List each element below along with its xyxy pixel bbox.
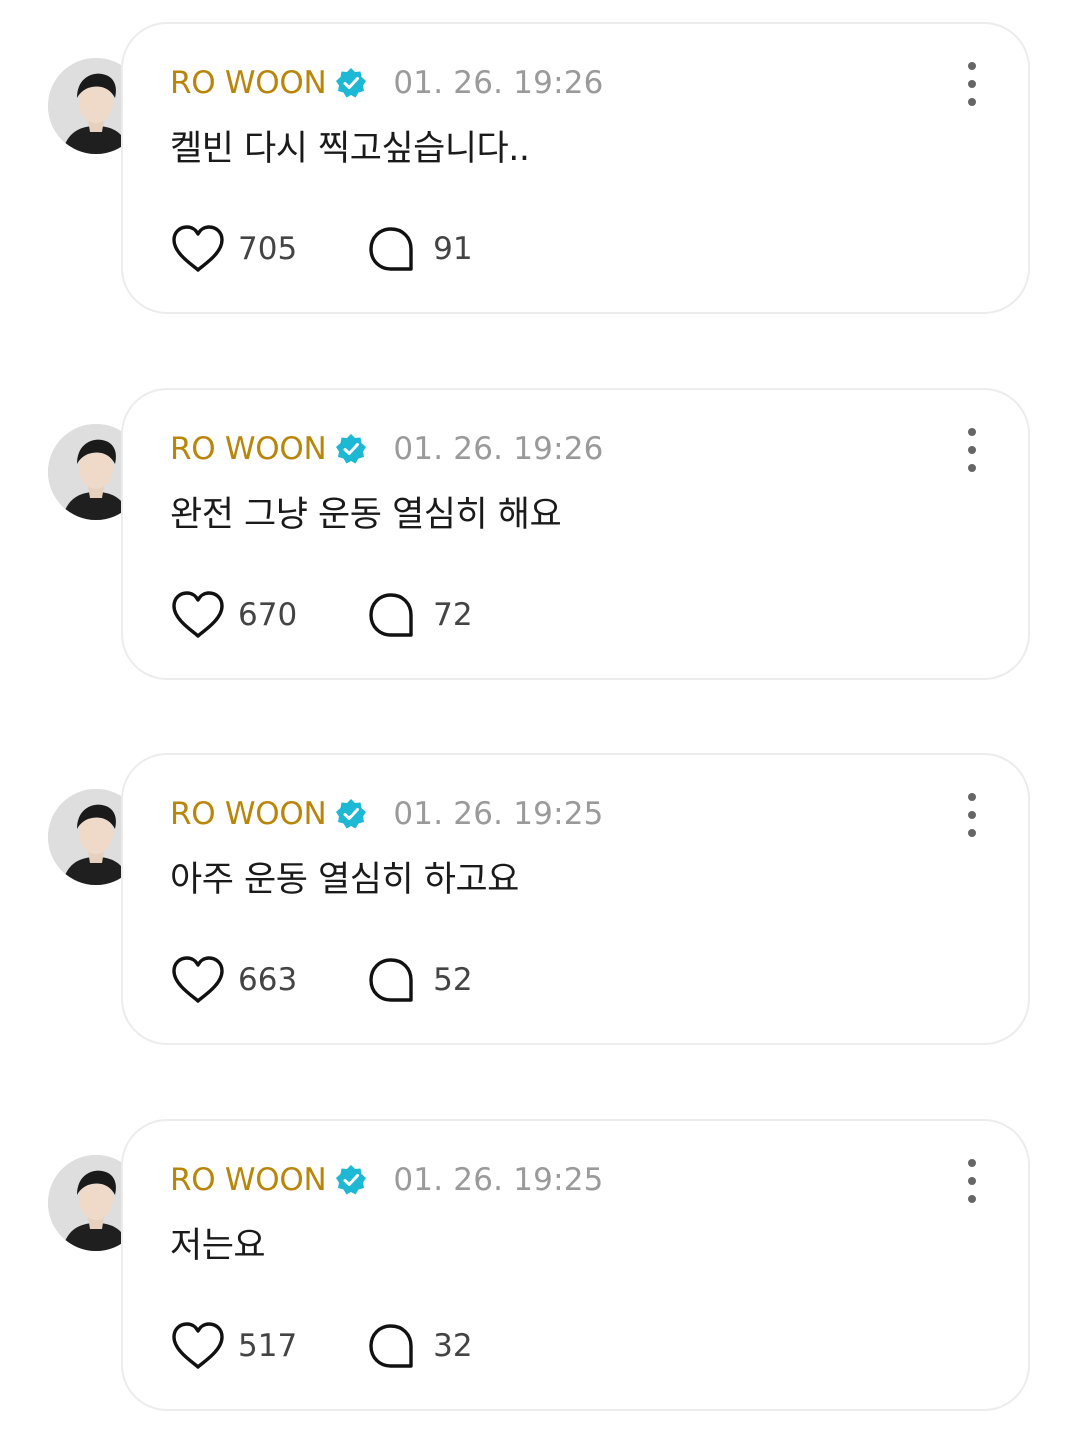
like-button[interactable]: 663 [170,955,297,1005]
post-text: 켈빈 다시 찍고싶습니다.. [170,129,530,169]
post-card[interactable]: RO WOON 01. 26. 19:25 저는요 517 32 [121,1119,1030,1411]
post-header: RO WOON 01. 26. 19:26 [170,60,604,106]
heart-icon [170,224,226,274]
comment-count: 52 [433,962,473,998]
post-actions: 663 52 [170,953,473,1007]
like-count: 517 [238,1328,298,1364]
like-count: 705 [238,231,298,267]
like-count: 670 [238,597,298,633]
post-text: 아주 운동 열심히 하고요 [170,860,519,900]
post-text: 완전 그냥 운동 열심히 해요 [170,495,562,535]
post-feed: RO WOON 01. 26. 19:26 켈빈 다시 찍고싶습니다.. 705 [0,0,1080,1439]
author-name[interactable]: RO WOON [170,1162,327,1198]
post-item: RO WOON 01. 26. 19:26 완전 그냥 운동 열심히 해요 67… [0,388,1080,680]
post-card[interactable]: RO WOON 01. 26. 19:25 아주 운동 열심히 하고요 663 [121,753,1030,1045]
post-item: RO WOON 01. 26. 19:26 켈빈 다시 찍고싶습니다.. 705 [0,22,1080,314]
more-vertical-icon[interactable] [960,793,984,837]
post-timestamp: 01. 26. 19:25 [393,1162,604,1198]
post-card[interactable]: RO WOON 01. 26. 19:26 켈빈 다시 찍고싶습니다.. 705 [121,22,1030,314]
like-button[interactable]: 705 [170,224,297,274]
comment-bubble-icon [367,956,415,1004]
author-name[interactable]: RO WOON [170,431,327,467]
more-vertical-icon[interactable] [960,62,984,106]
comment-button[interactable]: 91 [367,225,473,273]
verified-badge-icon [335,433,367,465]
comment-button[interactable]: 72 [367,591,473,639]
comment-bubble-icon [367,225,415,273]
comment-bubble-icon [367,1322,415,1370]
heart-icon [170,590,226,640]
heart-icon [170,955,226,1005]
more-vertical-icon[interactable] [960,428,984,472]
post-actions: 705 91 [170,222,473,276]
post-card[interactable]: RO WOON 01. 26. 19:26 완전 그냥 운동 열심히 해요 67… [121,388,1030,680]
author-name[interactable]: RO WOON [170,65,327,101]
comment-count: 91 [433,231,473,267]
comment-button[interactable]: 52 [367,956,473,1004]
verified-badge-icon [335,67,367,99]
post-item: RO WOON 01. 26. 19:25 아주 운동 열심히 하고요 663 [0,753,1080,1045]
like-button[interactable]: 670 [170,590,297,640]
comment-button[interactable]: 32 [367,1322,473,1370]
more-vertical-icon[interactable] [960,1159,984,1203]
author-name[interactable]: RO WOON [170,796,327,832]
comment-count: 32 [433,1328,473,1364]
post-header: RO WOON 01. 26. 19:25 [170,791,604,837]
post-actions: 517 32 [170,1319,473,1373]
comment-bubble-icon [367,591,415,639]
post-actions: 670 72 [170,588,473,642]
post-timestamp: 01. 26. 19:26 [393,431,604,467]
post-item: RO WOON 01. 26. 19:25 저는요 517 32 [0,1119,1080,1411]
like-button[interactable]: 517 [170,1321,297,1371]
post-header: RO WOON 01. 26. 19:25 [170,1157,604,1203]
post-header: RO WOON 01. 26. 19:26 [170,426,604,472]
post-timestamp: 01. 26. 19:25 [393,796,604,832]
comment-count: 72 [433,597,473,633]
post-timestamp: 01. 26. 19:26 [393,65,604,101]
post-text: 저는요 [170,1226,266,1266]
verified-badge-icon [335,1164,367,1196]
like-count: 663 [238,962,298,998]
verified-badge-icon [335,798,367,830]
heart-icon [170,1321,226,1371]
